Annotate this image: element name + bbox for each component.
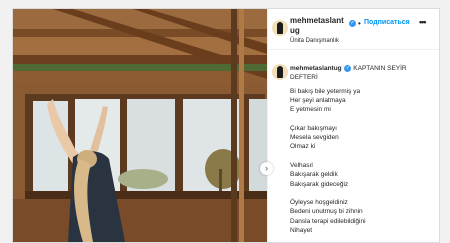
- follow-button[interactable]: Подписаться: [364, 19, 410, 26]
- post-author[interactable]: mehmetaslantug: [290, 16, 346, 36]
- caption-line: Nihayet: [290, 227, 313, 235]
- caption-line: [290, 114, 433, 123]
- caption-line: E yetmesin mi: [290, 106, 331, 114]
- more-options-icon[interactable]: •••: [419, 17, 427, 27]
- location-subtitle[interactable]: Ünita Danışmanlık: [290, 38, 339, 44]
- username-text: mehmetaslantug: [290, 16, 344, 35]
- caption-line: Bedeni unutmuş bi zihnin: [290, 208, 363, 216]
- caption-line: Her şeyi anlatmaya: [290, 96, 346, 104]
- caption-line: [290, 152, 433, 161]
- verified-badge-icon: ✓: [349, 20, 356, 27]
- avatar[interactable]: [272, 20, 288, 36]
- verified-badge-icon: ✓: [344, 64, 352, 72]
- caption-line: Çıkar bakışmayı: [290, 124, 337, 132]
- caption-avatar[interactable]: [272, 64, 288, 80]
- post-card: › mehmetaslantug ✓ • Подписаться ••• Üni…: [12, 8, 440, 243]
- separator-dot: •: [358, 19, 361, 28]
- caption-line: Bakışarak gideceğiz: [290, 180, 349, 188]
- caption-username[interactable]: mehmetaslantug: [290, 65, 342, 72]
- caption-line: Bakışarak geldik: [290, 171, 338, 179]
- caption-line: Olmaz ki: [290, 143, 316, 151]
- caption-line: Öyleyse hoşgeldiniz: [290, 199, 348, 207]
- post-photo[interactable]: [13, 9, 267, 242]
- photo-of-woman-stretching-icon: [13, 9, 267, 242]
- caption-line: Bi bakış bile yetermiş ya: [290, 87, 361, 95]
- post-caption: mehmetaslantug ✓ KAPTANIN SEYİR DEFTERİ …: [290, 64, 433, 235]
- next-slide-button[interactable]: ›: [260, 162, 273, 175]
- caption-body: Bi bakış bile yetermiş ya Her şeyi anlatm…: [290, 87, 433, 236]
- caption-line: Velhasıl: [290, 161, 313, 169]
- post-header: mehmetaslantug ✓ • Подписаться ••• Ünita…: [268, 9, 439, 50]
- caption-line: [290, 189, 433, 198]
- chevron-right-icon: ›: [265, 163, 268, 173]
- post-sidebar: mehmetaslantug ✓ • Подписаться ••• Ünita…: [267, 9, 439, 242]
- caption-line: Dansla terapi edilebildiğini: [290, 217, 366, 225]
- caption-line: Mesela sevgiden: [290, 134, 339, 142]
